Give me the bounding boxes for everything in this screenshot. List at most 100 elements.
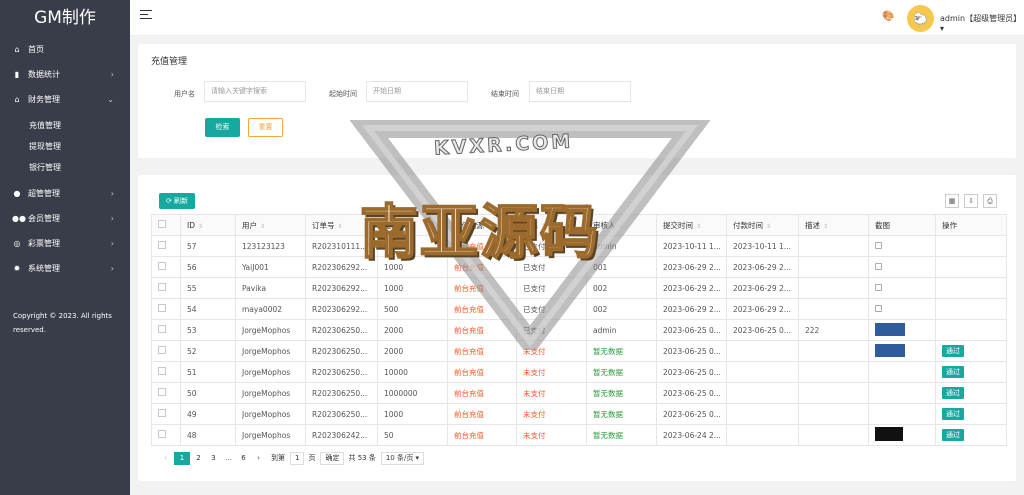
- sidebar-subitem-0[interactable]: 充值管理: [0, 115, 130, 136]
- checkbox-icon[interactable]: [158, 409, 166, 417]
- checkbox-icon[interactable]: [158, 304, 166, 312]
- cell-reviewer: admin: [586, 235, 657, 257]
- sidebar-item-2-items2[interactable]: ◎ 彩票管理 ›: [0, 231, 130, 256]
- cell-action: 通过: [935, 424, 1007, 446]
- sort-icon[interactable]: ⇕: [619, 223, 624, 230]
- approve-button[interactable]: 通过: [942, 366, 964, 378]
- checkbox-icon[interactable]: [158, 346, 166, 354]
- palette-icon[interactable]: 🎨: [882, 11, 894, 22]
- sort-icon[interactable]: ⇕: [260, 223, 265, 230]
- row-checkbox-cell[interactable]: [151, 403, 181, 425]
- page-2[interactable]: 2: [192, 452, 205, 465]
- column-header[interactable]: 金额 ⇕: [377, 214, 448, 236]
- row-checkbox-cell[interactable]: [151, 319, 181, 341]
- checkbox-icon[interactable]: [158, 220, 166, 228]
- broken-image-icon[interactable]: [875, 241, 882, 249]
- sort-icon[interactable]: ⇕: [338, 223, 343, 230]
- row-checkbox-cell[interactable]: [151, 382, 181, 404]
- cell-user: JorgeMophos: [235, 319, 306, 341]
- columns-filter-icon[interactable]: ▦: [945, 194, 959, 208]
- sort-icon[interactable]: ⇕: [541, 223, 546, 230]
- sidebar-item-1-items[interactable]: ▮ 数据统计 ›: [0, 62, 130, 87]
- column-header[interactable]: ID ⇕: [180, 214, 236, 236]
- approve-button[interactable]: 通过: [942, 429, 964, 441]
- checkbox-icon[interactable]: [158, 283, 166, 291]
- broken-image-icon[interactable]: [875, 283, 882, 291]
- screenshot-thumbnail[interactable]: [875, 427, 903, 441]
- row-checkbox-cell[interactable]: [151, 256, 181, 278]
- username-search-input[interactable]: 请输入关键字搜索: [204, 81, 306, 102]
- column-header[interactable]: 审核人 ⇕: [586, 214, 657, 236]
- sort-icon[interactable]: ⇕: [402, 223, 407, 230]
- sidebar-item-0-items[interactable]: ⌂ 首页: [0, 37, 130, 62]
- sidebar-subitem-1[interactable]: 提现管理: [0, 136, 130, 157]
- row-checkbox-cell[interactable]: [151, 235, 181, 257]
- cell-order-value: R202306250...: [312, 388, 368, 398]
- screenshot-thumbnail[interactable]: [875, 343, 905, 357]
- avatar[interactable]: 🐑: [907, 5, 934, 32]
- refresh-button[interactable]: ⟳ 刷新: [159, 193, 195, 209]
- broken-image-icon[interactable]: [875, 262, 882, 270]
- column-header[interactable]: 充值来源 ⇕: [447, 214, 517, 236]
- recharge-table: ID ⇕ 用户 ⇕ 订单号 ⇕ 金额 ⇕ 充值来源 ⇕ 状态 ⇕ 审核人 ⇕ 提交时间 ⇕ 付款时间 ⇕ 描述 ⇕ 截图…: [151, 214, 1007, 446]
- cell-status-value: 已支付: [523, 304, 546, 314]
- checkbox-icon[interactable]: [158, 262, 166, 270]
- cell-reviewer-value: 暂无数据: [593, 346, 623, 356]
- sidebar-item-3-items2[interactable]: ✹ 系统管理 ›: [0, 256, 130, 281]
- approve-button[interactable]: 通过: [942, 345, 964, 357]
- row-checkbox-cell[interactable]: [151, 298, 181, 320]
- column-header[interactable]: 用户 ⇕: [235, 214, 306, 236]
- user-menu[interactable]: admin【超级管理员】▾: [940, 13, 1024, 33]
- checkbox-icon[interactable]: [158, 241, 166, 249]
- page-5[interactable]: 6: [237, 452, 250, 465]
- sort-icon[interactable]: ⇕: [766, 223, 771, 230]
- cell-id: 49: [180, 403, 236, 425]
- screenshot-thumbnail[interactable]: [875, 322, 905, 336]
- column-header[interactable]: 操作: [935, 214, 1007, 236]
- sidebar-item-1-items2[interactable]: ●● 会员管理 ›: [0, 206, 130, 231]
- column-header-label: 付款时间: [733, 220, 763, 230]
- checkbox-icon[interactable]: [158, 325, 166, 333]
- page-3[interactable]: 3: [207, 452, 220, 465]
- cell-user: Pavika: [235, 277, 306, 299]
- row-checkbox-cell[interactable]: [151, 424, 181, 446]
- start-date-input[interactable]: 开始日期: [366, 81, 468, 102]
- row-checkbox-cell[interactable]: [151, 361, 181, 383]
- export-icon[interactable]: ⇩: [964, 194, 978, 208]
- checkbox-icon[interactable]: [158, 367, 166, 375]
- checkbox-icon[interactable]: [158, 388, 166, 396]
- sidebar-subitem-2[interactable]: 银行管理: [0, 157, 130, 178]
- checkbox-icon[interactable]: [158, 430, 166, 438]
- approve-button[interactable]: 通过: [942, 387, 964, 399]
- broken-image-icon[interactable]: [875, 304, 882, 312]
- cell-action: [935, 235, 1007, 257]
- sort-icon[interactable]: ⇕: [487, 223, 492, 230]
- page-size-select[interactable]: 10 条/页 ▾: [380, 451, 425, 465]
- print-icon[interactable]: ⎙: [983, 194, 997, 208]
- row-checkbox-cell[interactable]: [151, 277, 181, 299]
- column-header[interactable]: 截图: [868, 214, 936, 236]
- reset-button[interactable]: 重置: [248, 118, 283, 137]
- column-header[interactable]: 描述 ⇕: [798, 214, 869, 236]
- select-all-checkbox[interactable]: [151, 214, 181, 236]
- page-1[interactable]: 1: [174, 451, 190, 465]
- column-header[interactable]: 提交时间 ⇕: [656, 214, 727, 236]
- next-page-icon[interactable]: ›: [252, 452, 265, 465]
- sort-icon[interactable]: ⇕: [696, 223, 701, 230]
- cell-source-value: 前台充值: [454, 409, 484, 419]
- sidebar-item-2-items[interactable]: ⌂ 财务管理 ⌄: [0, 87, 130, 112]
- sort-icon[interactable]: ⇕: [823, 223, 828, 230]
- prev-page-icon[interactable]: ‹: [159, 452, 172, 465]
- sort-icon[interactable]: ⇕: [198, 223, 203, 230]
- column-header[interactable]: 状态 ⇕: [516, 214, 587, 236]
- sidebar-item-0-items2[interactable]: ● 超管管理 ›: [0, 181, 130, 206]
- search-button[interactable]: 检索: [205, 118, 240, 137]
- end-date-input[interactable]: 结束日期: [529, 81, 631, 102]
- column-header[interactable]: 订单号 ⇕: [305, 214, 378, 236]
- menu-toggle-icon[interactable]: [140, 10, 152, 22]
- goto-confirm-button[interactable]: 确定: [320, 451, 345, 465]
- approve-button[interactable]: 通过: [942, 408, 964, 420]
- row-checkbox-cell[interactable]: [151, 340, 181, 362]
- column-header[interactable]: 付款时间 ⇕: [726, 214, 799, 236]
- page-number-input[interactable]: 1: [290, 451, 305, 465]
